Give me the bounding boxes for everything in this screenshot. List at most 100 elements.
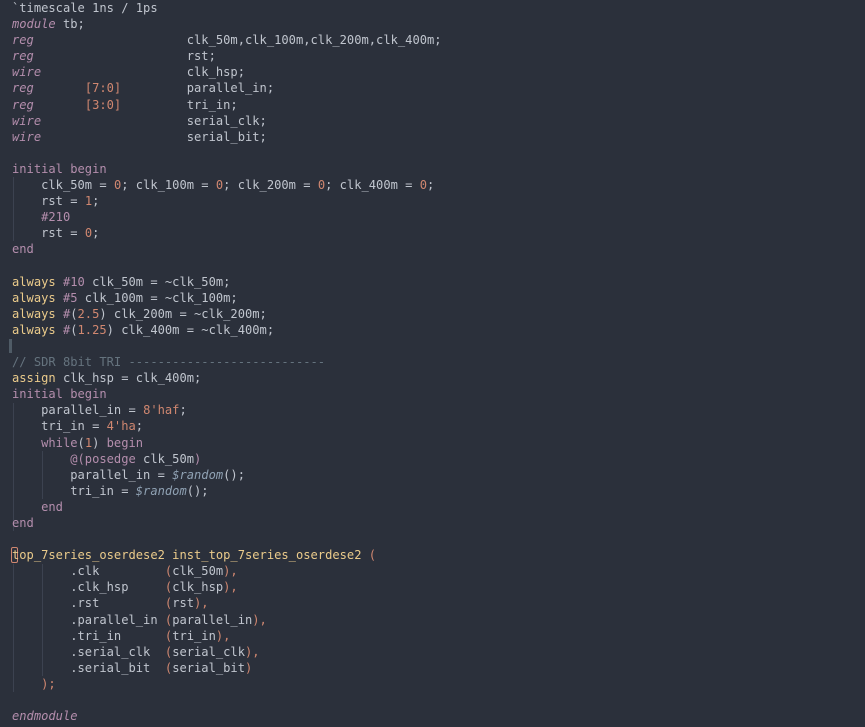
- code-token: ) clk_400m = ~clk_400m;: [106, 322, 275, 337]
- code-line[interactable]: tri_in = 4'ha;: [12, 418, 442, 434]
- code-token: serial_clk;: [41, 113, 267, 128]
- code-token: ),: [252, 612, 267, 627]
- code-line[interactable]: clk_50m = 0; clk_100m = 0; clk_200m = 0;…: [12, 177, 442, 193]
- code-line[interactable]: assign clk_hsp = clk_400m;: [12, 370, 442, 386]
- code-line[interactable]: while(1) begin: [12, 435, 442, 451]
- code-line[interactable]: .clk_hsp (clk_hsp),: [12, 579, 442, 595]
- code-token: clk_50m =: [12, 178, 114, 193]
- code-token: rst =: [12, 226, 85, 241]
- code-line[interactable]: parallel_in = 8'haf;: [12, 402, 442, 418]
- code-line[interactable]: .clk (clk_50m),: [12, 563, 442, 579]
- code-line[interactable]: .parallel_in (parallel_in),: [12, 612, 442, 628]
- code-line[interactable]: always #5 clk_100m = ~clk_100m;: [12, 290, 442, 306]
- code-line[interactable]: [12, 258, 442, 274]
- code-token: tri_in;: [121, 97, 238, 112]
- code-token: clk_50m = ~clk_50m;: [84, 274, 231, 289]
- code-text-area[interactable]: `timescale 1ns / 1ps module tb; reg clk_50…: [12, 0, 442, 724]
- code-token: );: [41, 676, 56, 691]
- code-token: ) clk_200m = ~clk_200m;: [99, 306, 267, 321]
- code-token: ),: [194, 596, 209, 611]
- code-token: ): [194, 451, 202, 466]
- code-line[interactable]: always #(2.5) clk_200m = ~clk_200m;: [12, 306, 442, 322]
- code-token: .serial_clk: [12, 644, 165, 659]
- code-token: parallel_in =: [12, 403, 144, 418]
- code-line[interactable]: .rst (rst),: [12, 595, 442, 611]
- code-token: rst;: [33, 49, 216, 64]
- code-line[interactable]: .serial_clk (serial_clk),: [12, 644, 442, 660]
- code-line[interactable]: end: [12, 499, 442, 515]
- code-line[interactable]: parallel_in = $random();: [12, 467, 442, 483]
- code-editor[interactable]: `timescale 1ns / 1ps module tb; reg clk_50…: [0, 0, 865, 727]
- code-line[interactable]: .tri_in (tri_in),: [12, 628, 442, 644]
- code-line[interactable]: initial begin: [12, 161, 442, 177]
- code-line[interactable]: rst = 1;: [12, 193, 442, 209]
- code-token: clk_hsp;: [41, 65, 245, 80]
- code-line[interactable]: top_7series_oserdese2 inst_top_7series_o…: [12, 547, 442, 563]
- code-token: tri_in =: [12, 419, 107, 434]
- code-line[interactable]: [12, 692, 442, 708]
- code-token: reg: [12, 49, 34, 64]
- code-token: 2.5: [77, 306, 100, 321]
- code-token: ),: [215, 628, 231, 643]
- code-token: always: [12, 322, 56, 337]
- code-token: 8'haf: [143, 403, 180, 418]
- code-token: // SDR 8bit TRI ------------------------…: [12, 355, 326, 370]
- code-line[interactable]: wire clk_hsp;: [12, 64, 442, 80]
- code-token: begin: [106, 435, 144, 450]
- code-line[interactable]: reg clk_50m,clk_100m,clk_200m,clk_400m;: [12, 32, 442, 48]
- code-token: 4'ha: [106, 419, 136, 434]
- code-line[interactable]: [12, 338, 442, 354]
- code-token: wire: [12, 65, 42, 80]
- code-token: [3:0]: [84, 97, 122, 112]
- code-token: wire: [12, 129, 42, 144]
- code-line[interactable]: module tb;: [12, 16, 442, 32]
- code-token: module: [12, 17, 56, 32]
- code-line[interactable]: rst = 0;: [12, 225, 442, 241]
- code-line[interactable]: #210: [12, 209, 442, 225]
- code-line[interactable]: end: [12, 515, 442, 531]
- code-token: ;: [135, 419, 144, 434]
- code-line[interactable]: `timescale 1ns / 1ps: [12, 0, 442, 16]
- code-line[interactable]: .serial_bit (serial_bit): [12, 660, 442, 676]
- code-line[interactable]: );: [12, 676, 442, 692]
- code-token: #10: [62, 274, 85, 289]
- code-token: assign: [12, 371, 56, 386]
- code-token: top_7series_oserdese2 inst_top_7series_o…: [12, 548, 369, 563]
- code-token: ): [245, 660, 253, 675]
- code-line[interactable]: endmodule: [12, 708, 442, 724]
- code-token: 1: [84, 194, 93, 209]
- code-token: clk_50m: [172, 564, 224, 579]
- code-token: endmodule: [12, 709, 78, 724]
- code-line[interactable]: always #(1.25) clk_400m = ~clk_400m;: [12, 322, 442, 338]
- code-token: clk_100m = ~clk_100m;: [77, 290, 238, 305]
- code-token: wire: [12, 113, 42, 128]
- code-token: (: [70, 306, 78, 321]
- code-token: always: [12, 274, 56, 289]
- code-token: end: [12, 242, 34, 257]
- code-token: 1.25: [77, 322, 107, 337]
- code-line[interactable]: @(posedge clk_50m): [12, 451, 442, 467]
- code-token: clk_50m,clk_100m,clk_200m,clk_400m;: [33, 33, 442, 48]
- code-line[interactable]: reg rst;: [12, 48, 442, 64]
- code-token: .serial_bit: [12, 660, 165, 675]
- code-line[interactable]: always #10 clk_50m = ~clk_50m;: [12, 274, 442, 290]
- code-line[interactable]: [12, 145, 442, 161]
- code-line[interactable]: tri_in = $random();: [12, 483, 442, 499]
- code-line[interactable]: [12, 531, 442, 547]
- code-line[interactable]: // SDR 8bit TRI ------------------------…: [12, 354, 442, 370]
- code-token: ),: [223, 580, 238, 595]
- code-line[interactable]: reg [7:0] parallel_in;: [12, 80, 442, 96]
- code-token: $random: [135, 483, 187, 498]
- code-token: .tri_in: [12, 628, 165, 643]
- code-token: 0: [317, 178, 326, 193]
- code-line[interactable]: wire serial_clk;: [12, 113, 442, 129]
- code-line[interactable]: reg [3:0] tri_in;: [12, 97, 442, 113]
- code-line[interactable]: initial begin: [12, 386, 442, 402]
- code-line[interactable]: end: [12, 241, 442, 257]
- code-token: serial_bit: [172, 660, 245, 675]
- code-line[interactable]: wire serial_bit;: [12, 129, 442, 145]
